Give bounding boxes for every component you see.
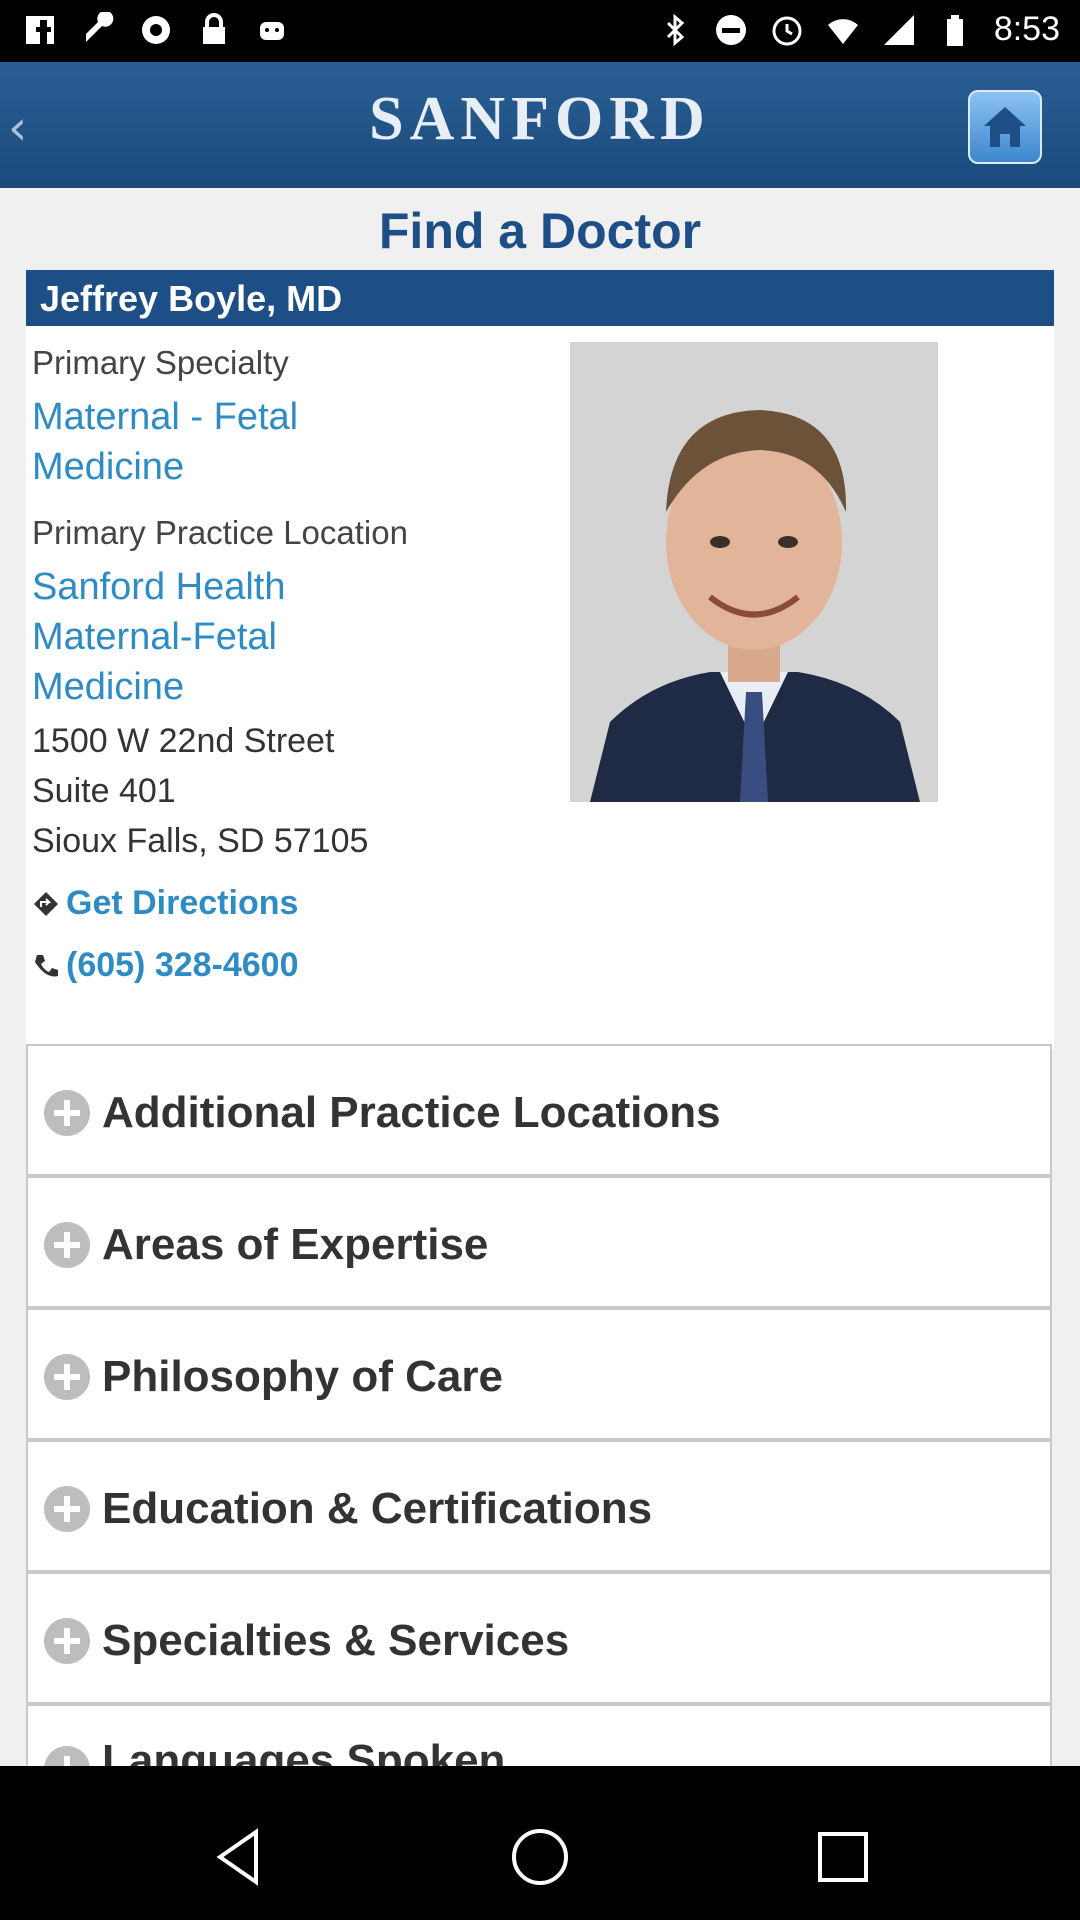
section-specialties-services[interactable]: Specialties & Services	[26, 1572, 1052, 1704]
system-icons: 8:53	[658, 10, 1060, 49]
android-icon	[254, 12, 290, 48]
alarm-icon	[770, 13, 804, 47]
doctor-name: Jeffrey Boyle, MD	[40, 278, 343, 319]
cell-signal-icon	[882, 13, 916, 47]
primary-location-label: Primary Practice Location	[32, 514, 408, 551]
doctor-photo	[570, 342, 938, 802]
get-directions-link[interactable]: Get Directions	[32, 884, 298, 923]
section-philosophy-of-care[interactable]: Philosophy of Care	[26, 1308, 1052, 1440]
expand-plus-icon	[44, 1486, 90, 1532]
back-nav-icon[interactable]	[206, 1824, 272, 1890]
get-directions-label: Get Directions	[66, 884, 299, 922]
section-label: Languages Spoken	[102, 1736, 506, 1766]
do-not-disturb-icon	[714, 13, 748, 47]
phone-number: (605) 328-4600	[66, 946, 299, 984]
clock-time: 8:53	[993, 10, 1060, 48]
section-label: Philosophy of Care	[102, 1352, 503, 1401]
practice-location-link-line2[interactable]: Maternal-Fetal	[32, 612, 277, 662]
recents-nav-icon[interactable]	[810, 1824, 876, 1890]
directions-icon	[34, 891, 58, 916]
expand-plus-icon	[44, 1618, 90, 1664]
doctor-profile-page: Find a Doctor Jeffrey Boyle, MD Primary …	[0, 188, 1080, 1766]
doctor-card: Jeffrey Boyle, MD Primary Specialty Mate…	[26, 270, 1054, 1050]
doctor-name-bar: Jeffrey Boyle, MD	[26, 270, 1054, 326]
section-languages-spoken[interactable]: Languages Spoken	[26, 1704, 1052, 1766]
app-header: ‹ SANFORD	[0, 62, 1080, 188]
section-label: Specialties & Services	[102, 1616, 570, 1665]
address-city: Sioux Falls, SD 57105	[32, 822, 369, 860]
section-label: Areas of Expertise	[102, 1220, 489, 1269]
practice-location-link[interactable]: Sanford Health	[32, 562, 286, 612]
section-education-certifications[interactable]: Education & Certifications	[26, 1440, 1052, 1572]
address-street: 1500 W 22nd Street	[32, 722, 335, 760]
expand-plus-icon	[44, 1746, 90, 1766]
battery-icon	[938, 13, 972, 47]
primary-specialty-label: Primary Specialty	[32, 344, 289, 381]
system-navigation-bar	[0, 1794, 1080, 1920]
sanford-logo: SANFORD	[369, 85, 711, 153]
expand-plus-icon	[44, 1090, 90, 1136]
home-button[interactable]	[968, 90, 1042, 164]
practice-location-link-line3[interactable]: Medicine	[32, 662, 184, 712]
primary-specialty-line2: Medicine	[32, 446, 185, 488]
home-icon	[984, 107, 1026, 147]
address-suite: Suite 401	[32, 772, 176, 810]
page-title: Find a Doctor	[378, 203, 702, 259]
expand-plus-icon	[44, 1222, 90, 1268]
lock-icon	[196, 12, 232, 48]
section-label: Additional Practice Locations	[102, 1088, 721, 1137]
phone-icon	[35, 954, 58, 976]
app-icon	[138, 12, 174, 48]
facebook-icon	[22, 12, 58, 48]
section-areas-of-expertise[interactable]: Areas of Expertise	[26, 1176, 1052, 1308]
bluetooth-icon	[658, 13, 692, 47]
home-nav-icon[interactable]	[507, 1824, 573, 1890]
primary-specialty-line1: Maternal - Fetal	[32, 396, 299, 438]
wrench-icon	[80, 10, 116, 48]
phone-link[interactable]: (605) 328-4600	[32, 946, 299, 985]
section-additional-practice-locations[interactable]: Additional Practice Locations	[26, 1044, 1052, 1176]
wifi-icon	[826, 13, 860, 47]
status-bar: 8:53	[0, 0, 1080, 62]
section-label: Education & Certifications	[102, 1484, 653, 1533]
notification-icons	[22, 10, 290, 48]
expand-plus-icon	[44, 1354, 90, 1400]
